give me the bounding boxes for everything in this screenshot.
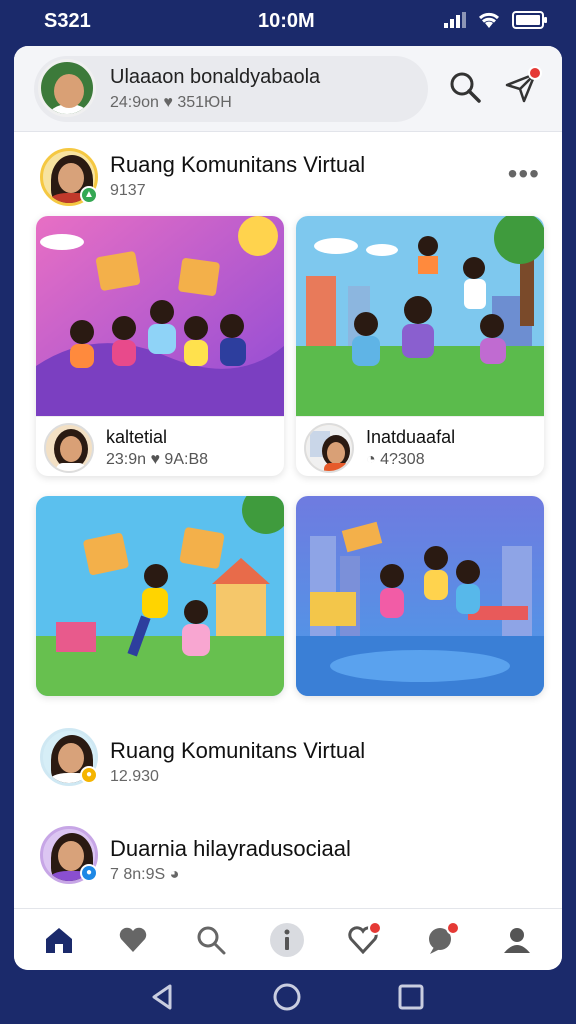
back-icon[interactable] xyxy=(148,982,178,1012)
profile-pill[interactable]: Ulaaaon bonaldyabaola 24:9on ♥ 351ЮН xyxy=(34,56,428,122)
status-icon: ● xyxy=(80,766,98,784)
notification-badge xyxy=(446,921,460,935)
search-icon xyxy=(197,926,226,955)
status-icons xyxy=(444,11,548,29)
user-meta: 24:9on ♥ 351ЮН xyxy=(110,94,232,111)
app-window: Ulaaaon bonaldyabaola 24:9on ♥ 351ЮН ▲ R… xyxy=(14,46,562,970)
battery-icon xyxy=(512,11,547,29)
system-nav-bar xyxy=(0,970,576,1024)
tile-title: Inatduaafal xyxy=(366,427,456,447)
nav-chat[interactable] xyxy=(418,917,464,963)
online-icon: ▲ xyxy=(80,186,98,204)
post-title: Ruang Komunitans Virtual xyxy=(110,152,366,177)
nav-search[interactable] xyxy=(188,917,234,963)
post-header[interactable]: ● Duarnia hilayradusociaal 7 8n:9S ◕ xyxy=(14,818,562,888)
tile-image xyxy=(296,496,544,696)
wifi-icon xyxy=(478,12,500,28)
media-tile[interactable]: Inatduaafal ◔ 4?308 xyxy=(296,216,544,476)
media-tile[interactable] xyxy=(36,496,284,696)
avatar[interactable] xyxy=(304,423,354,473)
tile-meta: 23:9n ♥ 9A:B8 xyxy=(106,451,209,468)
tile-info: Inatduaafal ◔ 4?308 xyxy=(296,416,544,476)
post-title: Duarnia hilayradusociaal xyxy=(110,836,351,861)
tile-image xyxy=(296,216,544,416)
profile-icon xyxy=(504,928,530,953)
post-meta: 12.930 xyxy=(110,768,159,785)
verified-icon: ● xyxy=(80,864,98,882)
send-button[interactable] xyxy=(498,64,544,110)
media-tile[interactable]: kaltetial 23:9n ♥ 9A:B8 xyxy=(36,216,284,476)
signal-icon xyxy=(444,12,466,28)
tile-image xyxy=(36,496,284,696)
user-name: Ulaaaon bonaldyabaola xyxy=(110,66,321,88)
search-icon xyxy=(450,72,481,103)
home-button-icon[interactable] xyxy=(272,982,302,1012)
avatar[interactable] xyxy=(44,423,94,473)
more-options-icon[interactable]: ••• xyxy=(508,158,540,190)
notification-badge xyxy=(368,921,382,935)
tile-title: kaltetial xyxy=(106,427,168,447)
post-title: Ruang Komunitans Virtual xyxy=(110,738,366,763)
post-header[interactable]: ▲ Ruang Komunitans Virtual 9137 ••• xyxy=(14,140,562,210)
nav-info[interactable] xyxy=(264,917,310,963)
user-avatar[interactable] xyxy=(38,59,96,117)
top-header: Ulaaaon bonaldyabaola 24:9on ♥ 351ЮН xyxy=(14,46,562,132)
status-bar: S321 10:0M xyxy=(0,0,576,42)
nav-likes[interactable] xyxy=(110,917,156,963)
tile-meta: ◔ 4?308 xyxy=(366,451,425,468)
status-time: 10:0M xyxy=(258,10,315,32)
recents-icon[interactable] xyxy=(396,982,426,1012)
media-tile[interactable] xyxy=(296,496,544,696)
tile-image xyxy=(36,216,284,416)
tile-info: kaltetial 23:9n ♥ 9A:B8 xyxy=(36,416,284,476)
post-meta: 9137 xyxy=(110,182,146,199)
heart-icon xyxy=(119,927,147,952)
info-icon xyxy=(270,923,304,957)
nav-favorites[interactable] xyxy=(340,917,386,963)
post-header[interactable]: ● Ruang Komunitans Virtual 12.930 xyxy=(14,720,562,790)
post-meta: 7 8n:9S ◕ xyxy=(110,866,180,883)
status-left-text: S321 xyxy=(44,10,91,32)
bottom-nav xyxy=(14,908,562,970)
home-icon xyxy=(46,928,72,953)
notification-badge xyxy=(528,66,542,80)
nav-home[interactable] xyxy=(36,917,82,963)
nav-profile[interactable] xyxy=(494,917,540,963)
search-button[interactable] xyxy=(442,64,488,110)
